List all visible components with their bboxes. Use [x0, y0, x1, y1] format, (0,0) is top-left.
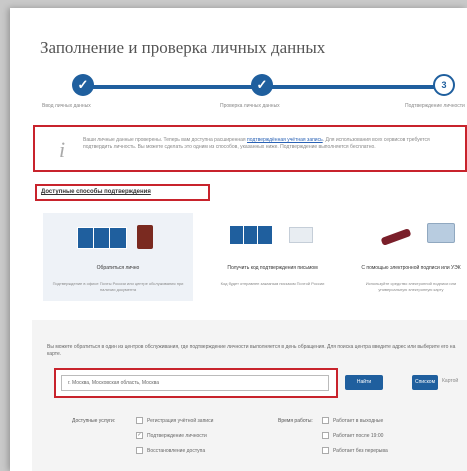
checkbox-checked[interactable]: ✓: [136, 432, 143, 439]
method-card-title: С помощью электронной подписи или УЭК: [361, 265, 461, 271]
find-button[interactable]: Найти: [345, 375, 383, 390]
info-icon: i: [59, 137, 66, 162]
checkbox[interactable]: [322, 432, 329, 439]
id-card-icon: [427, 223, 455, 243]
method-card-mail[interactable]: Получить код подтверждения письмом Код б…: [205, 213, 340, 301]
service-option[interactable]: Восстановление доступа: [136, 447, 205, 454]
method-card-title: Получить код подтверждения письмом: [227, 265, 318, 271]
progress-step-3: 3: [433, 74, 455, 96]
russian-post-icon: [257, 225, 273, 245]
schedule-option[interactable]: Работает в выходные: [322, 417, 383, 424]
service-center-search-panel: Вы можете обратиться в один из центров о…: [32, 320, 467, 471]
schedule-option[interactable]: Работает без перерыва: [322, 447, 388, 454]
method-card-desc: Подтверждение в офисе Почты России или ц…: [52, 281, 184, 292]
services-filter-label: Доступные услуги:: [72, 418, 116, 424]
method-card-in-person[interactable]: Обратиться лично Подтверждение в офисе П…: [43, 213, 193, 301]
method-card-e-signature[interactable]: С помощью электронной подписи или УЭК Ис…: [355, 213, 467, 301]
schedule-filter-label: Время работы:: [278, 418, 313, 424]
search-description: Вы можете обратиться в один из центров о…: [47, 344, 456, 357]
info-link[interactable]: подтверждённая учётная запись: [247, 137, 323, 143]
passport-book-icon: [109, 227, 127, 249]
checkbox[interactable]: [136, 447, 143, 454]
method-card-desc: Код будет отправлен заказным письмом Поч…: [220, 281, 325, 286]
map-view-link[interactable]: Картой: [442, 378, 458, 384]
checkbox[interactable]: [322, 447, 329, 454]
page-frame: Заполнение и проверка личных данных ✓ ✓ …: [10, 8, 467, 471]
info-notice: i Ваши личные данные проверены. Теперь в…: [33, 125, 467, 172]
envelope-icon: [289, 227, 313, 243]
progress-step-1-label: Ввод личных данных: [42, 103, 91, 109]
passport-icon: [137, 225, 153, 249]
search-box: г. Москва, Московская область, Москва: [54, 368, 338, 398]
service-option[interactable]: Регистрация учётной записи: [136, 417, 213, 424]
checkbox[interactable]: [136, 417, 143, 424]
progress-step-2-label: Проверка личных данных: [220, 103, 280, 109]
progress-step-2: ✓: [251, 74, 273, 96]
info-text: Ваши личные данные проверены. Теперь вам…: [83, 137, 430, 150]
usb-token-icon: [380, 228, 412, 246]
progress-step-1: ✓: [72, 74, 94, 96]
schedule-option[interactable]: Работает после 19:00: [322, 432, 383, 439]
progress-step-3-label: Подтверждение личности: [405, 103, 465, 109]
service-option[interactable]: ✓ Подтверждение личности: [136, 432, 207, 439]
method-card-desc: Используйте средство электронной подписи…: [365, 281, 457, 292]
methods-heading[interactable]: Доступные способы подтверждения: [35, 184, 210, 201]
page-title: Заполнение и проверка личных данных: [40, 38, 326, 57]
list-view-button[interactable]: Списком: [412, 375, 438, 390]
address-search-input[interactable]: г. Москва, Московская область, Москва: [61, 375, 329, 391]
checkbox[interactable]: [322, 417, 329, 424]
method-card-title: Обратиться лично: [96, 265, 140, 271]
